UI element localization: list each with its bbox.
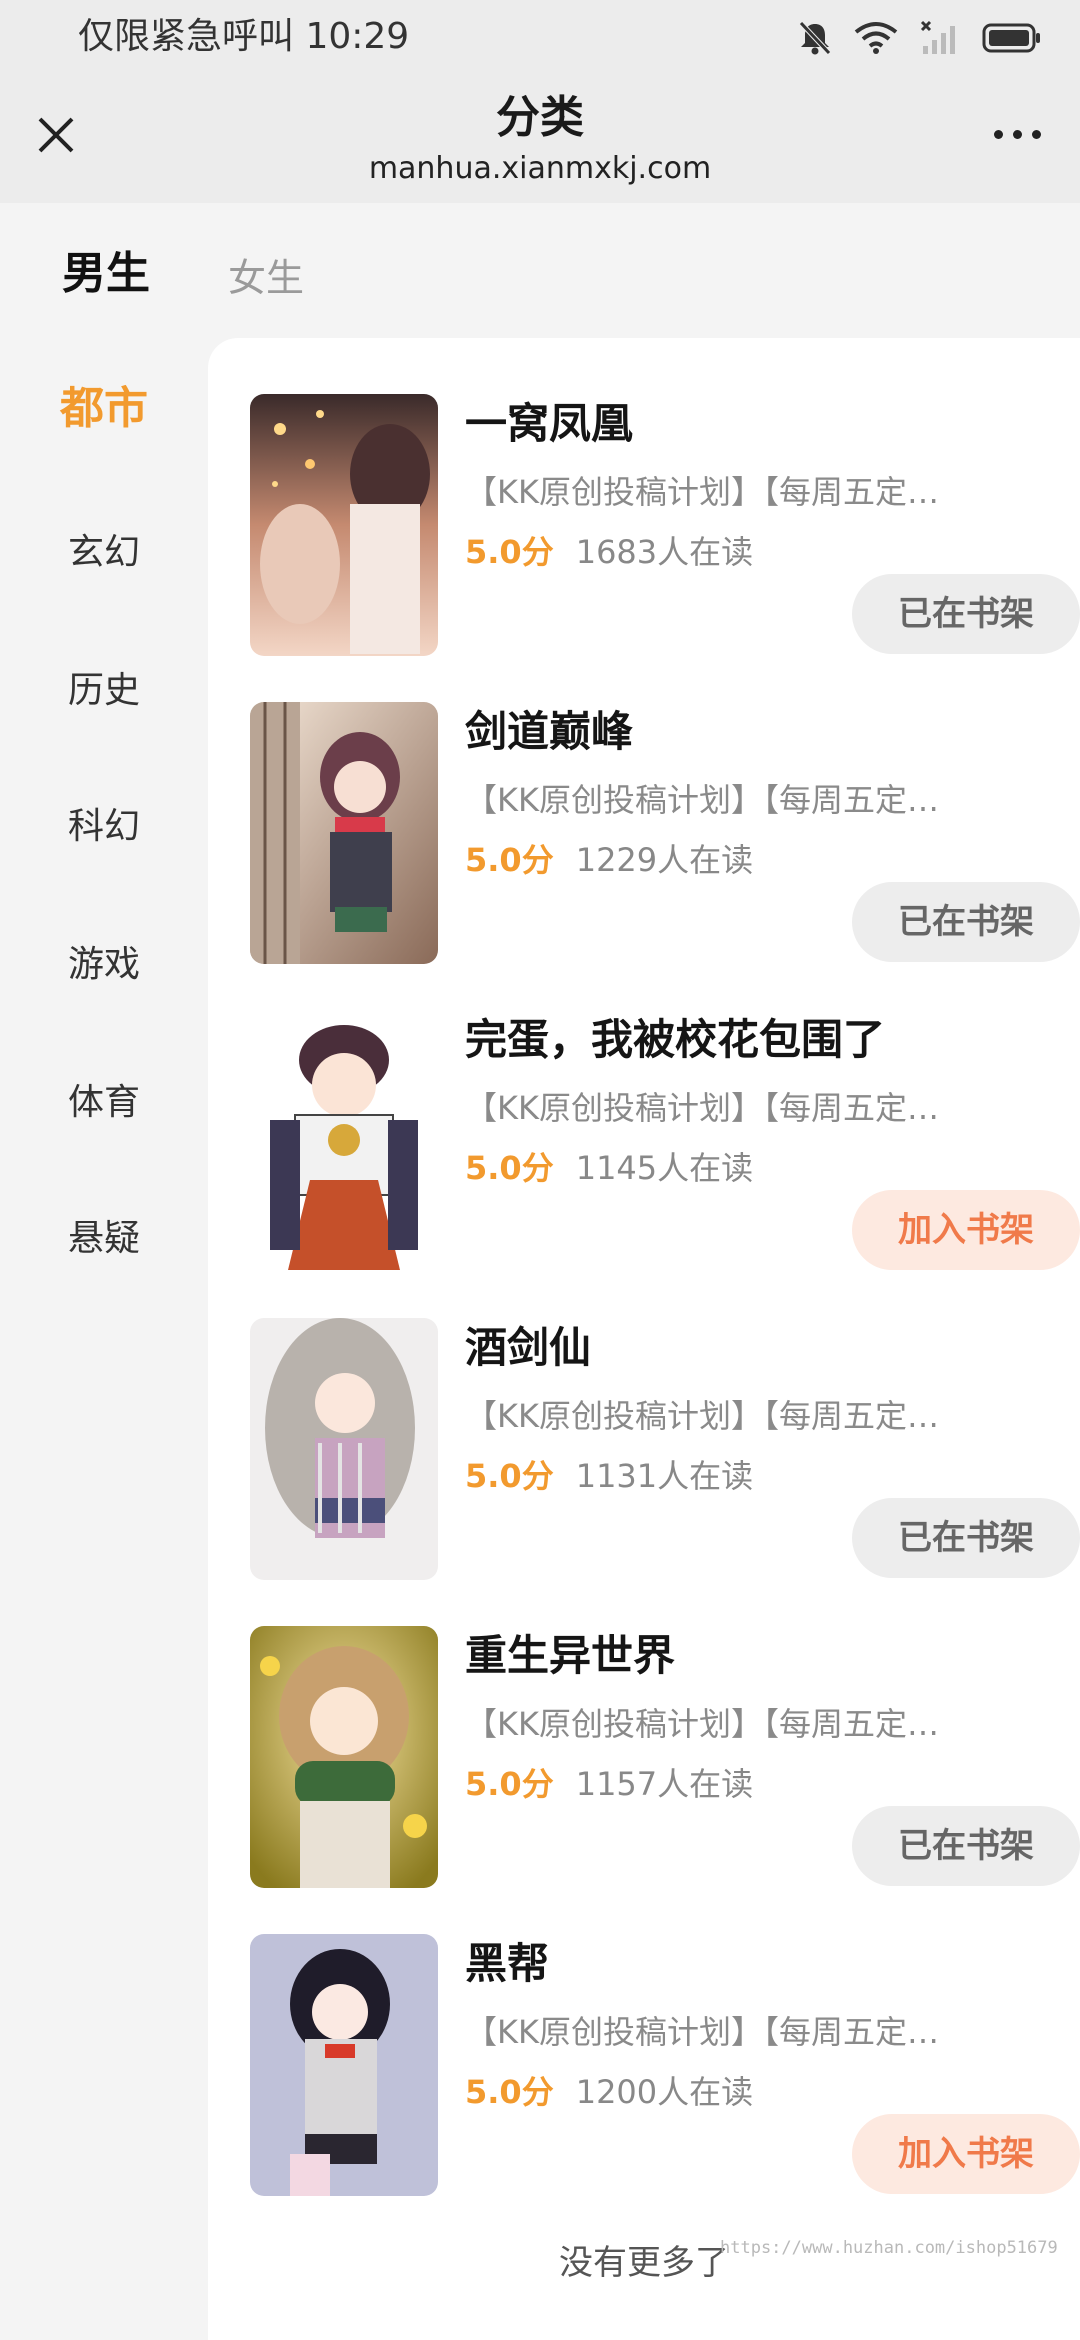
cover-image	[250, 1934, 438, 2196]
in-shelf-button[interactable]: 已在书架	[852, 1498, 1080, 1578]
comic-stats: 5.0分 1200人在读	[465, 2070, 753, 2114]
comic-stats: 5.0分 1229人在读	[465, 838, 753, 882]
comic-score: 5.0分	[465, 1765, 554, 1803]
comic-title: 酒剑仙	[465, 1323, 592, 1372]
web-header: 分类 manhua.xianmxkj.com	[0, 75, 1080, 203]
comic-item[interactable]: 完蛋，我被校花包围了 【KK原创投稿计划】【每周五定… 5.0分 1145人在读 …	[250, 1010, 1080, 1272]
comic-title: 一窝凤凰	[465, 399, 634, 448]
in-shelf-button[interactable]: 已在书架	[852, 574, 1080, 654]
add-to-shelf-button[interactable]: 加入书架	[852, 1190, 1080, 1270]
comic-cover[interactable]	[250, 1010, 438, 1272]
status-bar: 仅限紧急呼叫 10:29	[0, 0, 1080, 75]
page-url: manhua.xianmxkj.com	[368, 151, 712, 186]
category-sidebar: 都市 玄幻 历史 科幻 游戏 体育 悬疑	[0, 338, 208, 2340]
more-icon-dot	[1012, 129, 1022, 139]
comic-cover[interactable]	[250, 1934, 438, 2196]
watermark: https://www.huzhan.com/ishop51679	[720, 2238, 1058, 2258]
comic-title: 剑道巅峰	[465, 707, 634, 756]
comic-cover[interactable]	[250, 1626, 438, 1888]
comic-tags: 【KK原创投稿计划】【每周五定…	[465, 2013, 939, 2051]
category-item-xuanyi[interactable]: 悬疑	[0, 1214, 208, 1264]
add-to-shelf-button[interactable]: 加入书架	[852, 2114, 1080, 2194]
cover-image	[250, 394, 438, 656]
comic-title: 黑帮	[465, 1939, 550, 1988]
comic-item[interactable]: 重生异世界 【KK原创投稿计划】【每周五定… 5.0分 1157人在读 已在书架	[250, 1626, 1080, 1888]
comic-item[interactable]: 一窝凤凰 【KK原创投稿计划】【每周五定… 5.0分 1683人在读 已在书架	[250, 394, 1080, 656]
comic-readers: 1157人在读	[575, 1765, 754, 1803]
battery-icon	[982, 23, 1040, 53]
status-text: 仅限紧急呼叫 10:29	[78, 16, 410, 57]
comic-tags: 【KK原创投稿计划】【每周五定…	[465, 1705, 939, 1743]
cover-image	[250, 1626, 438, 1888]
in-shelf-button[interactable]: 已在书架	[852, 882, 1080, 962]
comic-title: 完蛋，我被校花包围了	[465, 1015, 886, 1064]
comic-stats: 5.0分 1131人在读	[465, 1454, 753, 1498]
signal-icon	[920, 20, 955, 54]
comic-tags: 【KK原创投稿计划】【每周五定…	[465, 1089, 939, 1127]
comic-tags: 【KK原创投稿计划】【每周五定…	[465, 473, 939, 511]
bell-muted-icon	[799, 21, 831, 55]
category-item-kehuan[interactable]: 科幻	[0, 802, 208, 852]
more-button[interactable]	[982, 109, 1052, 159]
comic-stats: 5.0分 1145人在读	[465, 1146, 753, 1190]
comic-score: 5.0分	[465, 1457, 554, 1495]
wifi-icon	[854, 22, 898, 54]
comic-readers: 1683人在读	[575, 533, 754, 571]
comic-readers: 1145人在读	[575, 1149, 754, 1187]
comic-readers: 1200人在读	[575, 2073, 754, 2111]
cover-image	[250, 1318, 438, 1580]
category-item-xuanhuan[interactable]: 玄幻	[0, 528, 208, 578]
category-item-tiyu[interactable]: 体育	[0, 1078, 208, 1128]
comic-tags: 【KK原创投稿计划】【每周五定…	[465, 1397, 939, 1435]
comic-stats: 5.0分 1157人在读	[465, 1762, 753, 1806]
more-icon-dot	[1031, 129, 1041, 139]
tab-male[interactable]: 男生	[62, 245, 150, 303]
category-item-dushi[interactable]: 都市	[0, 384, 208, 434]
comic-cover[interactable]	[250, 394, 438, 656]
comic-score: 5.0分	[465, 533, 554, 571]
in-shelf-button[interactable]: 已在书架	[852, 1806, 1080, 1886]
comic-score: 5.0分	[465, 841, 554, 879]
cover-image	[250, 1010, 438, 1272]
category-item-youxi[interactable]: 游戏	[0, 940, 208, 990]
comic-readers: 1229人在读	[575, 841, 754, 879]
comic-score: 5.0分	[465, 1149, 554, 1187]
comic-stats: 5.0分 1683人在读	[465, 530, 753, 574]
tab-female[interactable]: 女生	[228, 249, 304, 307]
comic-item[interactable]: 剑道巅峰 【KK原创投稿计划】【每周五定… 5.0分 1229人在读 已在书架	[250, 702, 1080, 964]
comic-readers: 1131人在读	[575, 1457, 754, 1495]
comic-item[interactable]: 黑帮 【KK原创投稿计划】【每周五定… 5.0分 1200人在读 加入书架	[250, 1934, 1080, 2196]
gender-tabs: 男生 女生	[0, 203, 1080, 338]
comic-title: 重生异世界	[465, 1631, 676, 1680]
comic-score: 5.0分	[465, 2073, 554, 2111]
category-item-lishi[interactable]: 历史	[0, 666, 208, 716]
cover-image	[250, 702, 438, 964]
comic-list: 一窝凤凰 【KK原创投稿计划】【每周五定… 5.0分 1683人在读 已在书架 剑…	[208, 338, 1080, 2340]
comic-item[interactable]: 酒剑仙 【KK原创投稿计划】【每周五定… 5.0分 1131人在读 已在书架	[250, 1318, 1080, 1580]
comic-tags: 【KK原创投稿计划】【每周五定…	[465, 781, 939, 819]
more-icon-dot	[993, 129, 1003, 139]
status-icons	[798, 16, 1042, 60]
page-title: 分类	[496, 92, 584, 143]
comic-cover[interactable]	[250, 1318, 438, 1580]
comic-cover[interactable]	[250, 702, 438, 964]
